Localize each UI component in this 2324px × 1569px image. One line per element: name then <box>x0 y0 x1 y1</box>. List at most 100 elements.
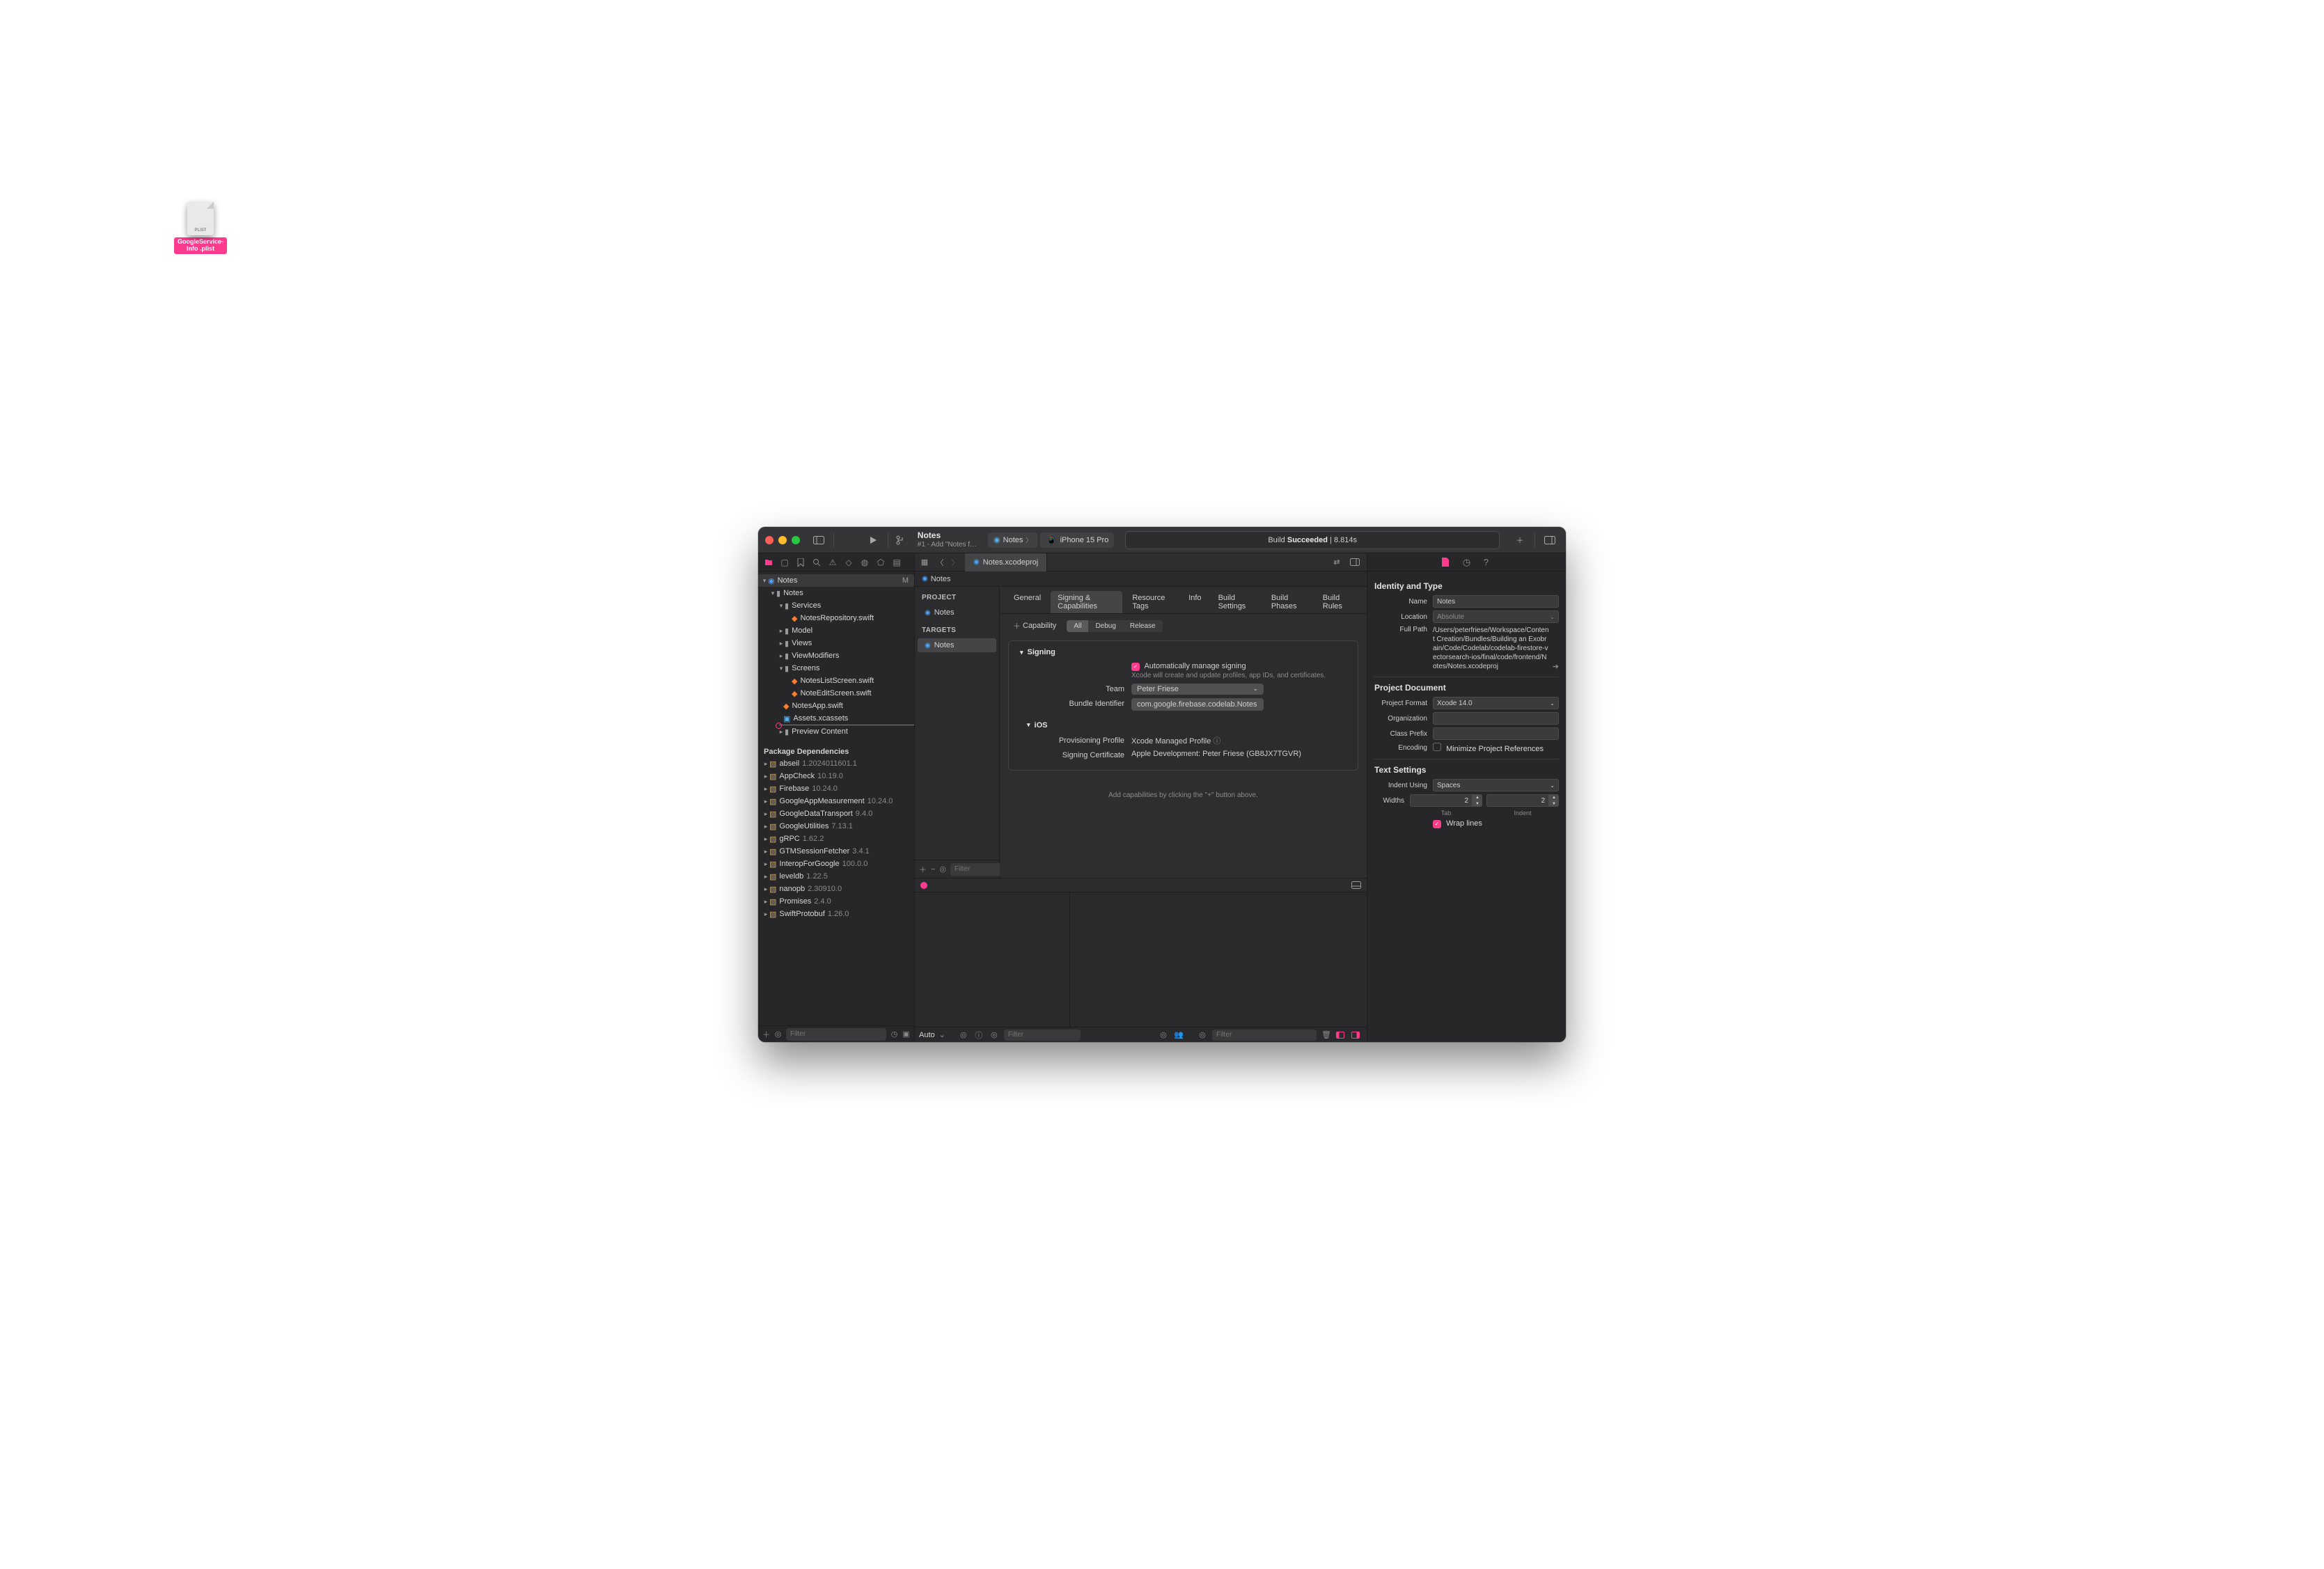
project-item[interactable]: ◉ Notes <box>918 606 996 620</box>
find-navigator-icon[interactable] <box>810 556 823 569</box>
package-row[interactable]: ▸▧InteropForGoogle100.0.0 <box>758 858 914 870</box>
minimize-window[interactable] <box>778 536 787 544</box>
indent-select[interactable]: Spaces <box>1433 779 1559 791</box>
tree-folder-preview[interactable]: ▸▮ Preview Content <box>758 725 914 738</box>
tab-width-stepper[interactable]: ▲▼ <box>1410 794 1482 807</box>
tab-file[interactable]: ◉ Notes.xcodeproj <box>965 553 1047 571</box>
project-navigator-icon[interactable] <box>762 556 775 569</box>
package-row[interactable]: ▸▧leveldb1.22.5 <box>758 870 914 883</box>
right-pane-toggle[interactable] <box>1351 1032 1363 1039</box>
tree-folder-screens[interactable]: ▾▮ Screens <box>758 662 914 675</box>
config-segment-option[interactable]: Debug <box>1088 620 1122 632</box>
info-icon[interactable]: ⓘ <box>973 1030 984 1041</box>
source-control-icon[interactable] <box>894 533 906 548</box>
tree-file[interactable]: ◆ NotesListScreen.swift <box>758 675 914 687</box>
project-tab[interactable]: Build Phases <box>1264 591 1313 613</box>
device-selector[interactable]: 📱 iPhone 15 Pro <box>1040 533 1114 548</box>
recent-filter-icon[interactable]: ◷ <box>890 1030 898 1039</box>
console-filter-input[interactable] <box>1212 1030 1317 1041</box>
org-input[interactable] <box>1433 712 1559 725</box>
close-window[interactable] <box>765 536 774 544</box>
package-row[interactable]: ▸▧SwiftProtobuf1.26.0 <box>758 908 914 920</box>
project-tab[interactable]: Info <box>1181 591 1208 613</box>
signing-section[interactable]: ▾ Signing <box>1020 648 1346 656</box>
left-pane-toggle[interactable] <box>1336 1032 1347 1039</box>
variables-filter-input[interactable] <box>1004 1030 1081 1041</box>
eye-icon[interactable]: ◎ <box>958 1030 969 1039</box>
team-select[interactable]: Peter Friese <box>1131 684 1264 695</box>
config-segment-option[interactable]: Release <box>1123 620 1163 632</box>
console-scope-icon[interactable]: ◎ <box>1197 1030 1208 1039</box>
debug-people-icon[interactable]: 👥 <box>1173 1030 1184 1039</box>
info-icon[interactable]: ⓘ <box>1213 737 1220 746</box>
scheme-selector[interactable]: ◉ Notes 〉 <box>988 533 1037 548</box>
project-tab[interactable]: Resource Tags <box>1125 591 1179 613</box>
tree-folder-viewmodifiers[interactable]: ▸▮ ViewModifiers <box>758 649 914 662</box>
scope-icon[interactable]: ◎ <box>774 1030 782 1039</box>
source-control-navigator-icon[interactable]: ▢ <box>778 556 791 569</box>
package-row[interactable]: ▸▧gRPC1.62.2 <box>758 833 914 845</box>
tree-folder-views[interactable]: ▸▮ Views <box>758 637 914 649</box>
tree-project-root[interactable]: ▾ ◉ Notes M <box>758 574 914 587</box>
tree-folder-model[interactable]: ▸▮ Model <box>758 624 914 637</box>
refresh-icon[interactable]: ⇄ <box>1329 555 1344 569</box>
tree-file[interactable]: ◆ NotesRepository.swift <box>758 612 914 624</box>
tree-file[interactable]: ◆ NotesApp.swift <box>758 700 914 712</box>
library-button[interactable] <box>1541 533 1559 548</box>
report-navigator-icon[interactable]: ▤ <box>890 556 903 569</box>
project-tab[interactable]: General <box>1007 591 1048 613</box>
package-row[interactable]: ▸▧GoogleUtilities7.13.1 <box>758 820 914 833</box>
run-button[interactable] <box>864 533 882 548</box>
project-tab[interactable]: Build Settings <box>1211 591 1262 613</box>
format-select[interactable]: Xcode 14.0 <box>1433 697 1559 709</box>
config-segment-option[interactable]: All <box>1067 620 1088 632</box>
minimize-refs-checkbox[interactable] <box>1433 743 1441 751</box>
package-row[interactable]: ▸▧GoogleDataTransport9.4.0 <box>758 807 914 820</box>
debug-process-icon[interactable] <box>920 882 927 889</box>
indent-width-stepper[interactable]: ▲▼ <box>1486 794 1559 807</box>
target-item[interactable]: ◉ Notes <box>918 638 996 652</box>
auto-scope[interactable]: Auto <box>919 1031 935 1039</box>
add-file-icon[interactable]: ＋ <box>762 1029 770 1040</box>
project-tab[interactable]: Signing & Capabilities <box>1051 591 1122 613</box>
tree-folder-services[interactable]: ▾▮ Services <box>758 599 914 612</box>
debug-navigator-icon[interactable]: ◍ <box>858 556 871 569</box>
toggle-navigator-icon[interactable] <box>810 533 828 548</box>
history-inspector-icon[interactable]: ◷ <box>1461 557 1473 568</box>
tree-file[interactable]: ◆ NoteEditScreen.swift <box>758 687 914 700</box>
package-row[interactable]: ▸▧abseil1.2024011601.1 <box>758 757 914 770</box>
package-row[interactable]: ▸▧Promises2.4.0 <box>758 895 914 908</box>
location-select[interactable]: Absolute <box>1433 610 1559 623</box>
breakpoint-navigator-icon[interactable]: ⬠ <box>874 556 887 569</box>
breadcrumb[interactable]: ◉ Notes <box>915 571 1367 587</box>
add-editor-button[interactable]: ＋ <box>1511 533 1529 548</box>
forward-icon[interactable]: 〉 <box>948 555 962 569</box>
add-capability-button[interactable]: ＋Capability <box>1007 618 1062 633</box>
config-segment[interactable]: AllDebugRelease <box>1067 620 1162 632</box>
split-editor-icon[interactable] <box>1347 555 1363 569</box>
package-row[interactable]: ▸▧AppCheck10.19.0 <box>758 770 914 782</box>
prefix-input[interactable] <box>1433 727 1559 740</box>
add-target-icon[interactable]: ＋ <box>919 864 927 875</box>
issue-navigator-icon[interactable]: ⚠ <box>826 556 839 569</box>
test-navigator-icon[interactable]: ◇ <box>842 556 855 569</box>
remove-target-icon[interactable]: − <box>931 865 935 874</box>
scope-icon[interactable]: ◎ <box>989 1030 1000 1039</box>
back-icon[interactable]: 〈 <box>933 555 947 569</box>
name-input[interactable] <box>1433 595 1559 608</box>
navigator-filter-input[interactable] <box>786 1028 886 1041</box>
related-items-icon[interactable]: ▦ <box>918 555 932 569</box>
project-tab[interactable]: Build Rules <box>1316 591 1360 613</box>
toggle-console-icon[interactable] <box>1351 881 1361 889</box>
package-row[interactable]: ▸▧GTMSessionFetcher3.4.1 <box>758 845 914 858</box>
package-row[interactable]: ▸▧GoogleAppMeasurement10.24.0 <box>758 795 914 807</box>
tree-file-assets[interactable]: ▣ Assets.xcassets <box>758 712 914 725</box>
wrap-lines-checkbox[interactable]: ✓ <box>1433 820 1441 828</box>
scm-filter-icon[interactable]: ▣ <box>902 1030 910 1039</box>
ios-section[interactable]: ▾ iOS <box>1027 721 1346 730</box>
help-inspector-icon[interactable]: ? <box>1480 557 1493 567</box>
bookmarks-navigator-icon[interactable] <box>794 556 807 569</box>
eye2-icon[interactable]: ◎ <box>1158 1030 1169 1039</box>
package-row[interactable]: ▸▧nanopb2.30910.0 <box>758 883 914 895</box>
file-inspector-icon[interactable] <box>1441 558 1454 567</box>
